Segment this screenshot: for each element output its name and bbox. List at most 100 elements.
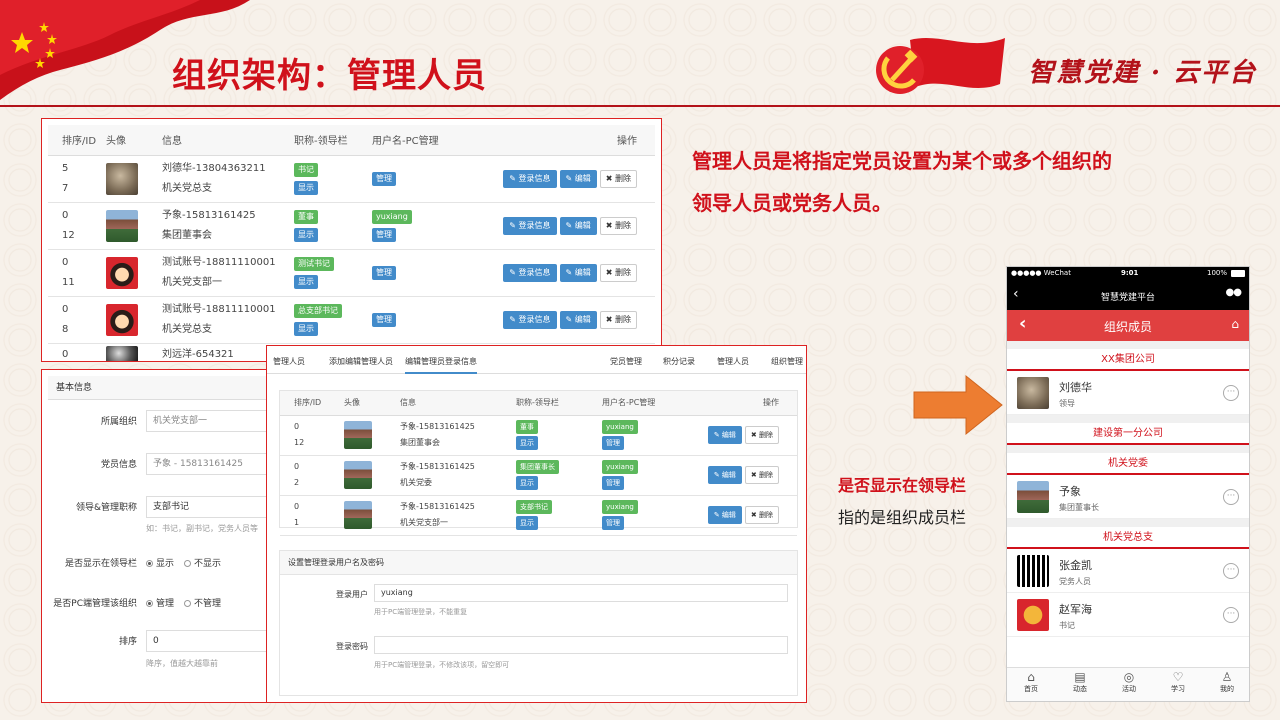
edit-col-user: 用户名-PC管理 bbox=[598, 391, 698, 416]
sort-id-cell: 02 bbox=[280, 455, 340, 496]
brand-name: 智慧党建 · 云平台 bbox=[1028, 58, 1258, 88]
more-options-icon[interactable]: ··· bbox=[1223, 489, 1239, 505]
tab-add-manager[interactable]: 添加编辑管理人员 bbox=[329, 356, 393, 367]
edit-button[interactable]: ✎ 编辑 bbox=[707, 466, 742, 484]
edit-col-title: 职称-领导栏 bbox=[512, 391, 598, 416]
member-select[interactable]: 予象 - 15813161425 bbox=[146, 453, 276, 475]
delete-button[interactable]: ✖ 删除 bbox=[744, 506, 779, 524]
delete-button[interactable]: ✖ 删除 bbox=[599, 310, 637, 329]
edit-button[interactable]: ✎ 编辑 bbox=[559, 263, 597, 282]
login-info-button[interactable]: ✎ 登录信息 bbox=[503, 310, 557, 329]
tab-org[interactable]: 组织管理 bbox=[771, 356, 803, 367]
tab-points[interactable]: 积分记录 bbox=[663, 356, 695, 367]
avatar-cell bbox=[340, 495, 396, 536]
manager-list-panel: 排序/ID 头像 信息 职称-领导栏 用户名-PC管理 操作 57 刘德华-13… bbox=[41, 118, 662, 362]
title-cell: 总支部书记 显示 bbox=[290, 296, 368, 344]
title-badge: 总支部书记 bbox=[294, 303, 342, 318]
info-cell: 测试账号-18811110001 机关党支部一 bbox=[158, 249, 290, 297]
member-role: 书记 bbox=[1059, 621, 1075, 630]
description-text: 管理人员是将指定党员设置为某个或多个组织的 领导人员或党务人员。 bbox=[692, 140, 1112, 224]
member-item[interactable]: 张金凯 党务人员 ··· bbox=[1007, 549, 1249, 593]
user-badge: yuxiang bbox=[602, 500, 638, 514]
arrow-right-icon bbox=[913, 374, 1003, 436]
member-item[interactable]: 赵军海 书记 ··· bbox=[1007, 593, 1249, 637]
more-options-icon[interactable]: ··· bbox=[1223, 385, 1239, 401]
login-info-button[interactable]: ✎ 登录信息 bbox=[503, 216, 557, 235]
description-line-1: 管理人员是将指定党员设置为某个或多个组织的 bbox=[692, 149, 1112, 173]
party-emblem-flag-icon bbox=[876, 38, 1005, 94]
delete-button[interactable]: ✖ 删除 bbox=[744, 466, 779, 484]
delete-button[interactable]: ✖ 删除 bbox=[599, 216, 637, 235]
tab-managers-right[interactable]: 管理人员 bbox=[717, 356, 749, 367]
col-sort-id: 排序/ID bbox=[48, 125, 102, 156]
avatar bbox=[344, 501, 372, 529]
title-cell: 书记 显示 bbox=[290, 155, 368, 203]
annotation-text: 是否显示在领导栏 指的是组织成员栏 bbox=[838, 470, 966, 534]
show-yes-radio[interactable]: 显示 bbox=[146, 556, 174, 569]
edit-table: 排序/ID 头像 信息 职称-领导栏 用户名-PC管理 操作 0 12 予象-15… bbox=[280, 391, 797, 536]
edit-col-sort: 排序/ID bbox=[280, 391, 340, 416]
avatar bbox=[1017, 481, 1049, 513]
group-header[interactable]: 建设第一分公司 bbox=[1007, 423, 1249, 445]
edit-button[interactable]: ✎ 编辑 bbox=[559, 169, 597, 188]
group-header[interactable]: 机关党总支 bbox=[1007, 527, 1249, 549]
show-badge: 显示 bbox=[516, 476, 538, 490]
login-user-input[interactable]: yuxiang bbox=[374, 584, 788, 602]
col-info: 信息 bbox=[158, 125, 290, 156]
delete-button[interactable]: ✖ 删除 bbox=[599, 263, 637, 282]
user-badge: yuxiang bbox=[602, 460, 638, 474]
login-info-button[interactable]: ✎ 登录信息 bbox=[503, 263, 557, 282]
tab-edit-login[interactable]: 编辑管理员登录信息 bbox=[405, 356, 477, 374]
edit-col-actions: 操作 bbox=[698, 391, 797, 416]
login-pwd-input[interactable] bbox=[374, 636, 788, 654]
more-options-icon[interactable]: ··· bbox=[1223, 607, 1239, 623]
login-info-button[interactable]: ✎ 登录信息 bbox=[503, 169, 557, 188]
tab-news[interactable]: ▤ 动态 bbox=[1056, 668, 1104, 694]
home-tab-icon: ⌂ bbox=[1027, 670, 1035, 684]
sort-help: 降序，值越大越靠前 bbox=[146, 659, 218, 668]
member-item[interactable]: 刘德华 领导 ··· bbox=[1007, 371, 1249, 415]
org-label: 所属组织 bbox=[100, 417, 137, 427]
sort-id-cell: 57 bbox=[48, 155, 102, 203]
tab-study[interactable]: ♡ 学习 bbox=[1154, 668, 1202, 694]
delete-button[interactable]: ✖ 删除 bbox=[744, 426, 779, 444]
user-cell: yuxiang 管理 bbox=[598, 455, 698, 496]
pc-no-radio[interactable]: 不管理 bbox=[184, 596, 221, 609]
group-header[interactable]: XX集团公司 bbox=[1007, 349, 1249, 371]
sort-label: 排序 bbox=[118, 637, 137, 647]
user-cell: 管理 bbox=[368, 296, 478, 344]
title-badge: 集团董事长 bbox=[516, 460, 559, 474]
tab-home[interactable]: ⌂ 首页 bbox=[1007, 668, 1055, 694]
phone-mockup: ●●●●● WeChat 9:01 100% ‹ 智慧党建平台 ●● ‹ 组织成… bbox=[1006, 266, 1250, 702]
edit-button[interactable]: ✎ 编辑 bbox=[707, 426, 742, 444]
home-icon[interactable]: ⌂ bbox=[1231, 317, 1239, 331]
title-input[interactable]: 支部书记 bbox=[146, 496, 276, 518]
member-item[interactable]: 予象 集团董事长 ··· bbox=[1007, 475, 1249, 519]
user-cell: 管理 bbox=[368, 249, 478, 297]
pc-yes-radio[interactable]: 管理 bbox=[146, 596, 174, 609]
table-row: 08 测试账号-18811110001 机关党总支 总支部书记 显示 管理 ✎ 登录… bbox=[48, 296, 655, 344]
edit-button[interactable]: ✎ 编辑 bbox=[707, 506, 742, 524]
edit-button[interactable]: ✎ 编辑 bbox=[559, 216, 597, 235]
phone-nav-bar: ‹ 智慧党建平台 ●● bbox=[1007, 281, 1249, 310]
edit-col-avatar: 头像 bbox=[340, 391, 396, 416]
show-no-radio[interactable]: 不显示 bbox=[184, 556, 221, 569]
sort-id-cell: 0 12 bbox=[48, 202, 102, 250]
more-dots-icon[interactable]: ●● bbox=[1226, 287, 1242, 298]
tab-members[interactable]: 党员管理 bbox=[610, 356, 642, 367]
title-label: 领导&管理职称 bbox=[75, 503, 137, 513]
edit-button[interactable]: ✎ 编辑 bbox=[559, 310, 597, 329]
tab-mine[interactable]: ♙ 我的 bbox=[1203, 668, 1249, 694]
avatar bbox=[344, 421, 372, 449]
delete-button[interactable]: ✖ 删除 bbox=[599, 169, 637, 188]
org-select[interactable]: 机关党支部一 bbox=[146, 410, 276, 432]
title-badge: 书记 bbox=[294, 162, 318, 177]
tab-managers[interactable]: 管理人员 bbox=[273, 356, 305, 367]
tab-activity[interactable]: ◎ 活动 bbox=[1105, 668, 1153, 694]
page-title: 组织架构：管理人员 bbox=[172, 56, 487, 96]
group-header[interactable]: 机关党委 bbox=[1007, 453, 1249, 475]
sort-input[interactable]: 0 bbox=[146, 630, 276, 652]
avatar bbox=[344, 461, 372, 489]
more-options-icon[interactable]: ··· bbox=[1223, 563, 1239, 579]
col-title: 职称-领导栏 bbox=[290, 125, 368, 156]
